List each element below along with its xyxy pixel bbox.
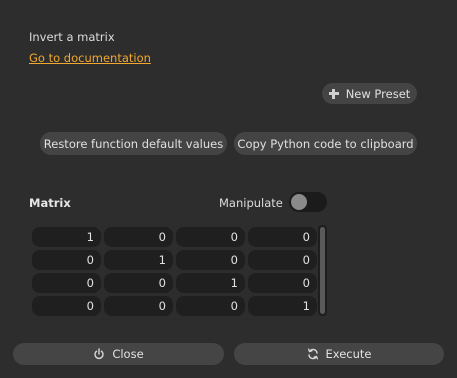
matrix-cell[interactable]: 0 xyxy=(248,273,317,293)
matrix-cell[interactable]: 0 xyxy=(176,296,245,316)
copy-python-code-button[interactable]: Copy Python code to clipboard xyxy=(234,132,417,155)
matrix-cell[interactable]: 0 xyxy=(104,227,173,247)
documentation-link[interactable]: Go to documentation xyxy=(29,51,151,65)
close-label: Close xyxy=(112,347,144,361)
manipulate-toggle[interactable] xyxy=(289,192,327,212)
matrix-cell[interactable]: 0 xyxy=(176,250,245,270)
close-button[interactable]: Close xyxy=(13,343,224,365)
scrollbar-thumb[interactable] xyxy=(320,227,325,314)
function-dialog: Invert a matrix Go to documentation New … xyxy=(0,0,457,378)
copy-python-code-label: Copy Python code to clipboard xyxy=(237,136,414,151)
restore-defaults-button[interactable]: Restore function default values xyxy=(40,132,227,155)
refresh-icon xyxy=(307,348,318,360)
matrix-cell[interactable]: 0 xyxy=(248,250,317,270)
plus-icon xyxy=(328,88,339,99)
new-preset-button[interactable]: New Preset xyxy=(322,83,417,104)
matrix-cell[interactable]: 0 xyxy=(104,296,173,316)
matrix-cell[interactable]: 1 xyxy=(248,296,317,316)
manipulate-label: Manipulate xyxy=(219,196,283,210)
restore-defaults-label: Restore function default values xyxy=(43,136,224,151)
matrix-cell[interactable]: 0 xyxy=(176,227,245,247)
matrix-grid: 1 0 0 0 0 1 0 0 0 0 1 0 0 0 0 1 xyxy=(32,227,317,316)
execute-label: Execute xyxy=(325,347,372,361)
matrix-cell[interactable]: 0 xyxy=(32,250,101,270)
matrix-cell[interactable]: 1 xyxy=(104,250,173,270)
matrix-cell[interactable]: 1 xyxy=(176,273,245,293)
toggle-knob xyxy=(291,194,307,210)
function-description: Invert a matrix xyxy=(29,30,115,44)
matrix-label: Matrix xyxy=(29,196,71,210)
power-icon xyxy=(94,348,105,360)
matrix-cell[interactable]: 0 xyxy=(248,227,317,247)
matrix-cell[interactable]: 1 xyxy=(32,227,101,247)
new-preset-label: New Preset xyxy=(345,86,411,101)
matrix-cell[interactable]: 0 xyxy=(32,296,101,316)
execute-button[interactable]: Execute xyxy=(234,343,444,365)
matrix-scrollbar[interactable] xyxy=(318,225,327,316)
matrix-cell[interactable]: 0 xyxy=(32,273,101,293)
matrix-cell[interactable]: 0 xyxy=(104,273,173,293)
